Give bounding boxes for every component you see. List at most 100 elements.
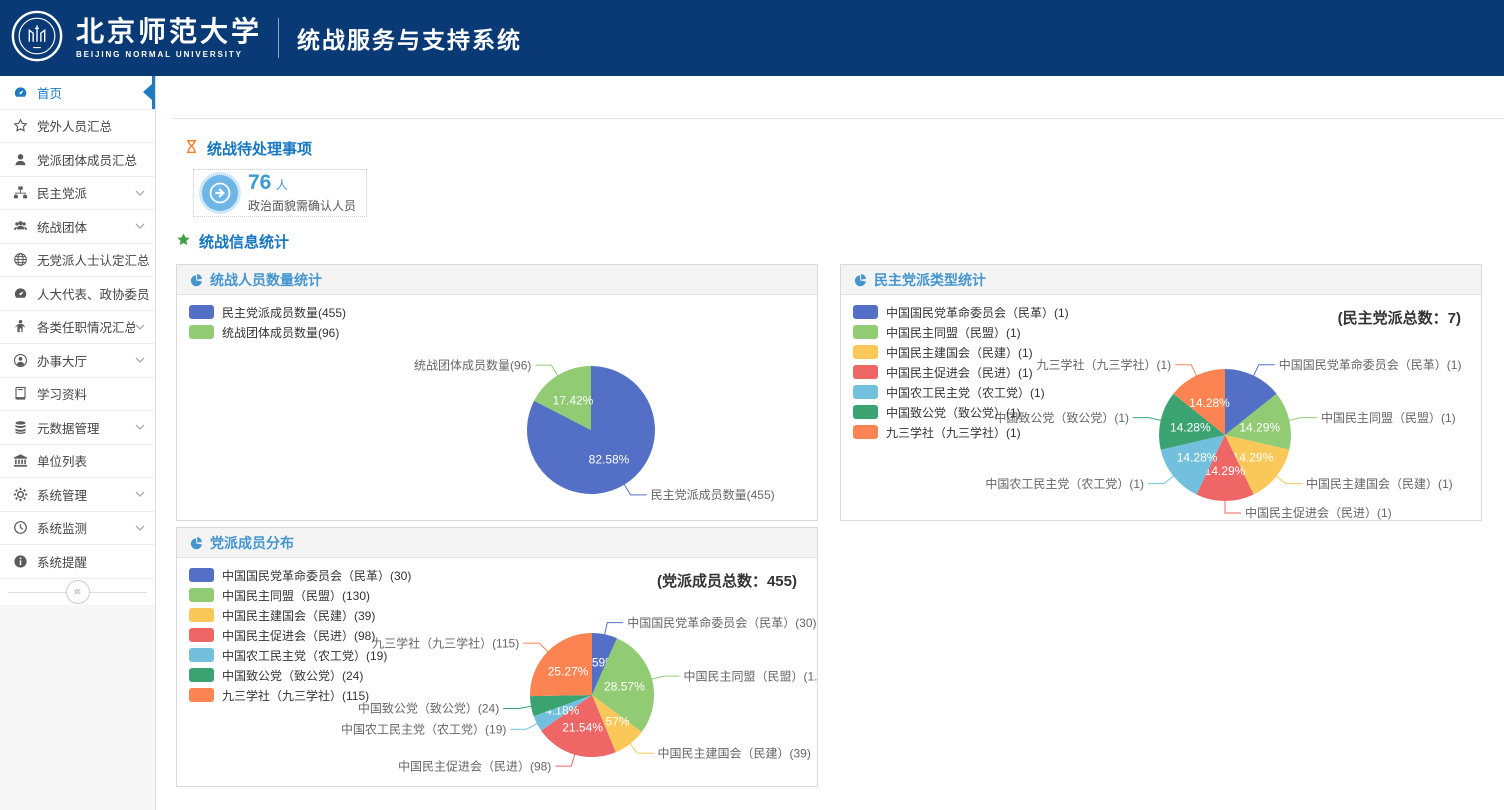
legend-color-chip — [853, 365, 878, 379]
legend-label: 中国国民党革命委员会（民革）(1) — [886, 304, 1069, 321]
chevron-down-icon — [135, 491, 145, 497]
sidebar-item-10[interactable]: 元数据管理 — [0, 411, 155, 445]
legend-item[interactable]: 中国民主建国会（民建）(39) — [189, 605, 411, 625]
legend-item[interactable]: 中国民主同盟（民盟）(1) — [853, 322, 1069, 342]
sidebar-item-label: 系统监测 — [37, 518, 135, 537]
party-total-label: (民主党派总数：7) — [1338, 307, 1461, 328]
legend-color-chip — [853, 385, 878, 399]
legend-item[interactable]: 民主党派成员数量(455) — [189, 302, 346, 322]
panel-title: 民主党派类型统计 — [874, 270, 986, 290]
sidebar-item-11[interactable]: 单位列表 — [0, 445, 155, 479]
pie-callout-line — [1133, 418, 1163, 421]
sidebar-item-label: 党派团体成员汇总 — [37, 150, 149, 169]
pie-callout-line — [1275, 475, 1302, 484]
legend-item[interactable]: 中国国民党革命委员会（民革）(30) — [189, 565, 411, 585]
header-divider — [278, 18, 279, 58]
sidebar-item-0[interactable]: 首页 — [0, 76, 155, 110]
sidebar-item-3[interactable]: 民主党派 — [0, 177, 155, 211]
sidebar-item-4[interactable]: 统战团体 — [0, 210, 155, 244]
sidebar-item-label: 无党派人士认定汇总 — [37, 250, 149, 269]
chart-legend: 中国国民党革命委员会（民革）(30) 中国民主同盟（民盟）(130) 中国民主建国会… — [189, 565, 411, 705]
legend-color-chip — [189, 628, 214, 642]
sidebar-item-label: 首页 — [37, 83, 149, 102]
pending-confirmation-card[interactable]: 76 人 政治面貌需确认人员 — [193, 169, 367, 217]
sidebar-item-2[interactable]: 党派团体成员汇总 — [0, 143, 155, 177]
sidebar-item-label: 单位列表 — [37, 451, 149, 470]
pie-callout-line — [1148, 475, 1175, 484]
legend-color-chip — [189, 588, 214, 602]
legend-item[interactable]: 九三学社（九三学社）(115) — [189, 685, 411, 705]
pie-callout-label: 中国民主同盟（民盟）(1) — [1321, 410, 1456, 425]
star-icon — [12, 118, 29, 134]
system-title: 统战服务与支持系统 — [297, 21, 522, 55]
pie-percent-label: 14.28% — [1177, 450, 1218, 464]
legend-color-chip — [853, 425, 878, 439]
sidebar-item-6[interactable]: 人大代表、政协委员 — [0, 277, 155, 311]
legend-item[interactable]: 中国民主促进会（民进）(1) — [853, 362, 1069, 382]
person-icon — [12, 319, 29, 335]
pie-percent-label: 14.29% — [1239, 420, 1280, 434]
pie-callout-label: 民主党派成员数量(455) — [651, 487, 775, 502]
dashboard-icon — [12, 285, 29, 301]
pie-callout-label: 中国民主建国会（民建）(39) — [658, 746, 811, 761]
legend-label: 统战团体成员数量(96) — [222, 324, 339, 341]
sidebar-collapse-button[interactable]: « — [66, 580, 90, 604]
legend-color-chip — [189, 305, 214, 319]
pie-callout-line — [604, 623, 623, 637]
panel-party-member-distribution: 党派成员分布 中国国民党革命委员会（民革）(30) 中国民主同盟（民盟）(130)… — [176, 527, 818, 787]
legend-label: 中国致公党（致公党）(24) — [222, 667, 363, 684]
pie-callout-label: 中国农工民主党（农工党）(1) — [985, 476, 1144, 491]
legend-item[interactable]: 中国农工民主党（农工党）(19) — [189, 645, 411, 665]
pie-callout-line — [555, 753, 575, 767]
legend-item[interactable]: 中国民主促进会（民进）(98) — [189, 625, 411, 645]
pie-percent-label: 14.28% — [1170, 420, 1211, 434]
legend-color-chip — [189, 688, 214, 702]
sidebar-footer-area — [0, 605, 155, 810]
sidebar-item-13[interactable]: 系统监测 — [0, 512, 155, 546]
pie-chart-icon — [853, 273, 867, 287]
legend-item[interactable]: 中国国民党革命委员会（民革）(1) — [853, 302, 1069, 322]
pie-callout-label: 中国国民党革命委员会（民革）(30) — [627, 615, 816, 630]
pie-chart-icon — [189, 273, 203, 287]
legend-item[interactable]: 中国致公党（致公党）(24) — [189, 665, 411, 685]
sidebar-item-5[interactable]: 无党派人士认定汇总 — [0, 244, 155, 278]
pie-callout-line — [623, 483, 646, 495]
legend-item[interactable]: 中国农工民主党（农工党）(1) — [853, 382, 1069, 402]
app-header: 北京师范大学 BEIJING NORMAL UNIVERSITY 统战服务与支持… — [0, 0, 1504, 76]
legend-label: 九三学社（九三学社）(115) — [222, 687, 369, 704]
member-total-label: (党派成员总数：455) — [657, 570, 797, 591]
legend-label: 中国民主同盟（民盟）(130) — [222, 587, 370, 604]
pie-callout-label: 统战团体成员数量(96) — [414, 357, 531, 372]
sidebar-collapse-row: « — [0, 579, 155, 606]
sidebar-item-14[interactable]: 系统提醒 — [0, 545, 155, 579]
legend-item[interactable]: 中国民主建国会（民建）(1) — [853, 342, 1069, 362]
pie-callout-line — [1287, 418, 1317, 421]
sidebar-item-12[interactable]: 系统管理 — [0, 478, 155, 512]
sidebar-item-9[interactable]: 学习资料 — [0, 378, 155, 412]
pie-callout-line — [629, 742, 654, 753]
legend-label: 中国民主同盟（民盟）(1) — [886, 324, 1021, 341]
sidebar-item-label: 统战团体 — [37, 217, 135, 236]
legend-label: 中国致公党（致公党）(1) — [886, 404, 1021, 421]
legend-label: 中国民主促进会（民进）(1) — [886, 364, 1033, 381]
legend-item[interactable]: 九三学社（九三学社）(1) — [853, 422, 1069, 442]
sidebar-item-1[interactable]: 党外人员汇总 — [0, 110, 155, 144]
sidebar-item-label: 党外人员汇总 — [37, 116, 149, 135]
pie-percent-label: 25.27% — [548, 665, 589, 679]
legend-label: 中国民主促进会（民进）(98) — [222, 627, 375, 644]
sidebar-item-7[interactable]: 各类任职情况汇总 — [0, 311, 155, 345]
member-icon — [12, 151, 29, 167]
info-icon — [12, 553, 29, 569]
legend-item[interactable]: 中国致公党（致公党）(1) — [853, 402, 1069, 422]
legend-item[interactable]: 中国民主同盟（民盟）(130) — [189, 585, 411, 605]
panel-title: 党派成员分布 — [210, 533, 294, 553]
hourglass-icon — [184, 139, 199, 158]
sidebar-item-label: 各类任职情况汇总 — [37, 317, 135, 336]
pie-callout-label: 中国民主建国会（民建）(1) — [1306, 476, 1453, 491]
pie-percent-label: 21.54% — [562, 720, 603, 734]
legend-label: 中国民主建国会（民建）(39) — [222, 607, 375, 624]
legend-item[interactable]: 统战团体成员数量(96) — [189, 322, 346, 342]
pie-callout-label: 中国民主同盟（民盟）(1... — [684, 668, 818, 683]
sidebar-item-8[interactable]: 办事大厅 — [0, 344, 155, 378]
pending-count: 76 — [248, 171, 271, 194]
